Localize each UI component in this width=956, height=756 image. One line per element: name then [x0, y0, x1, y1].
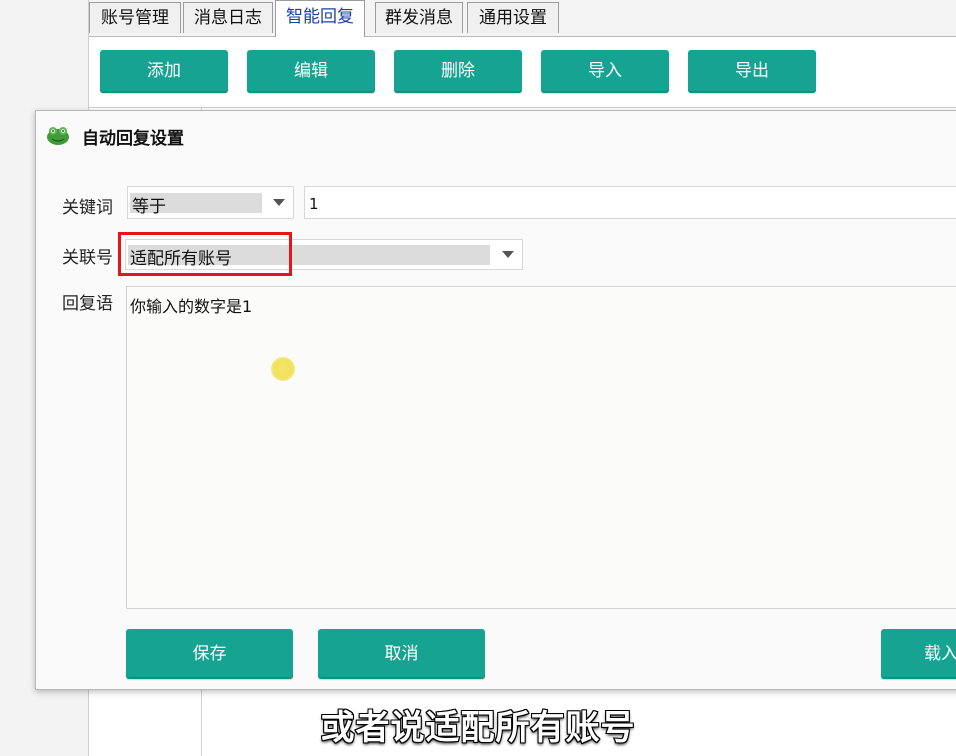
account-select[interactable]: 适配所有账号	[125, 239, 523, 270]
auto-reply-settings-dialog: 自动回复设置 关键词 等于 1 关联号 适配所有账号 回复语 你输入的数字是1 …	[35, 110, 956, 690]
frog-app-icon	[47, 127, 69, 145]
delete-button[interactable]: 删除	[394, 50, 522, 93]
account-select-value: 适配所有账号	[130, 249, 232, 269]
toolbar: 添加 编辑 删除 导入 导出	[89, 37, 956, 108]
add-button[interactable]: 添加	[100, 50, 228, 93]
save-button[interactable]: 保存	[126, 629, 293, 679]
tab-account-management[interactable]: 账号管理	[89, 2, 181, 33]
keyword-match-select[interactable]: 等于	[127, 186, 294, 219]
reply-label: 回复语	[62, 294, 113, 314]
dialog-titlebar[interactable]: 自动回复设置	[36, 111, 956, 159]
dialog-title: 自动回复设置	[82, 129, 184, 149]
chevron-down-icon[interactable]	[265, 187, 293, 218]
keyword-match-value: 等于	[132, 197, 166, 217]
account-label: 关联号	[62, 248, 113, 268]
keyword-label: 关键词	[62, 198, 113, 218]
tab-strip: 账号管理 消息日志 智能回复 群发消息 通用设置	[89, 0, 956, 37]
tab-mass-message[interactable]: 群发消息	[375, 2, 463, 33]
cancel-button[interactable]: 取消	[318, 629, 485, 679]
keyword-input[interactable]: 1	[304, 186, 956, 219]
load-button[interactable]: 载入	[881, 629, 956, 679]
tab-message-log[interactable]: 消息日志	[183, 2, 273, 33]
edit-button[interactable]: 编辑	[247, 50, 375, 93]
video-subtitle: 或者说适配所有账号	[320, 707, 636, 749]
cursor-highlight-icon	[271, 357, 295, 381]
tab-smart-reply[interactable]: 智能回复	[275, 0, 365, 37]
import-button[interactable]: 导入	[541, 50, 669, 93]
chevron-down-icon[interactable]	[494, 240, 522, 269]
tab-general-settings[interactable]: 通用设置	[467, 2, 559, 33]
reply-textarea[interactable]: 你输入的数字是1	[126, 286, 956, 609]
export-button[interactable]: 导出	[688, 50, 816, 93]
